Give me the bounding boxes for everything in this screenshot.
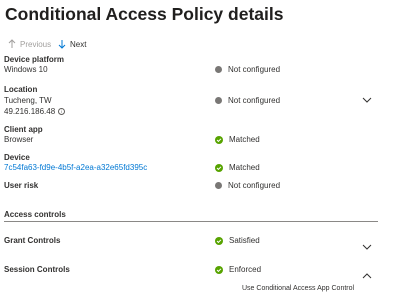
arrow-down-icon bbox=[58, 39, 66, 49]
device-label: Device bbox=[4, 153, 30, 162]
session-controls-label: Session Controls bbox=[4, 265, 70, 274]
page-title: Conditional Access Policy details bbox=[5, 4, 284, 24]
previous-label: Previous bbox=[20, 39, 52, 49]
grant-controls-label: Grant Controls bbox=[4, 236, 61, 245]
user-risk-label: User risk bbox=[4, 181, 39, 190]
session-controls-detail: Use Conditional Access App Control bbox=[242, 285, 355, 292]
location-value: Tucheng, TW bbox=[4, 96, 52, 105]
device-platform-status-text: Not configured bbox=[228, 65, 281, 74]
previous-button[interactable]: Previous bbox=[8, 39, 51, 49]
location-label: Location bbox=[4, 85, 38, 94]
client-app-label: Client app bbox=[4, 125, 43, 134]
device-status: Matched bbox=[215, 163, 260, 172]
location-chevron-down-icon[interactable] bbox=[362, 90, 372, 108]
check-icon bbox=[215, 163, 223, 172]
client-app-status-text: Matched bbox=[229, 135, 260, 144]
session-chevron-up-icon[interactable] bbox=[362, 266, 372, 284]
grant-chevron-down-icon[interactable] bbox=[362, 237, 372, 255]
user-risk-status: Not configured bbox=[215, 181, 280, 190]
location-status-text: Not configured bbox=[228, 96, 281, 105]
client-app-status: Matched bbox=[215, 135, 260, 144]
user-risk-status-text: Not configured bbox=[228, 181, 281, 190]
location-ip: 49.216.186.48 bbox=[4, 107, 56, 116]
client-app-value: Browser bbox=[4, 135, 34, 144]
grant-controls-status-text: Satisfied bbox=[229, 236, 260, 245]
next-button[interactable]: Next bbox=[58, 39, 86, 49]
section-divider bbox=[4, 221, 378, 222]
not-configured-icon bbox=[215, 182, 222, 189]
not-configured-icon bbox=[215, 97, 222, 104]
device-platform-value: Windows 10 bbox=[4, 65, 48, 74]
session-controls-status: Enforced bbox=[215, 265, 261, 274]
device-platform-label: Device platform bbox=[4, 55, 65, 64]
access-controls-heading: Access controls bbox=[4, 210, 66, 219]
device-id-link[interactable]: 7c54fa63-fd9e-4b5f-a2ea-a32e65fd395c bbox=[4, 163, 147, 172]
info-icon[interactable]: i bbox=[58, 108, 66, 116]
check-icon bbox=[215, 236, 223, 245]
device-platform-status: Not configured bbox=[215, 65, 280, 74]
next-label: Next bbox=[70, 39, 87, 49]
grant-controls-status: Satisfied bbox=[215, 236, 260, 245]
not-configured-icon bbox=[215, 66, 222, 73]
location-ip-row: 49.216.186.48 i bbox=[4, 107, 66, 116]
check-icon bbox=[215, 265, 223, 274]
device-status-text: Matched bbox=[229, 163, 260, 172]
session-controls-status-text: Enforced bbox=[229, 265, 262, 274]
location-status: Not configured bbox=[215, 96, 280, 105]
arrow-up-icon bbox=[8, 39, 16, 49]
check-icon bbox=[215, 135, 223, 144]
